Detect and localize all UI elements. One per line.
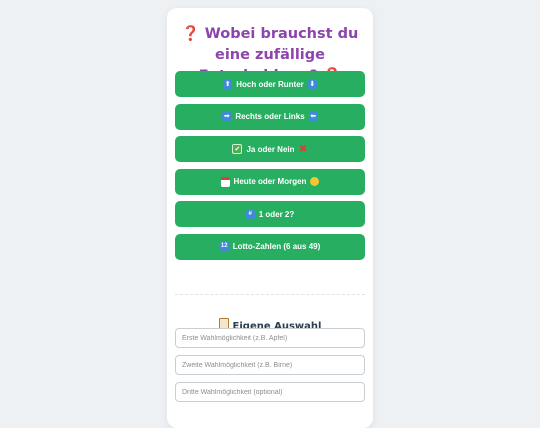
button-label: 1 oder 2? xyxy=(258,209,295,219)
left-arrow-icon: ⬅ xyxy=(308,112,318,121)
numbers-icon: 12 xyxy=(219,242,229,251)
today-or-tomorrow-button[interactable]: Heute oder Morgen xyxy=(175,168,365,195)
calendar-icon xyxy=(220,176,230,187)
lotto-numbers-button[interactable]: 12 Lotto-Zahlen (6 aus 49) xyxy=(175,233,365,260)
button-label: Rechts oder Links xyxy=(235,112,305,121)
cross-mark-icon: ✖ xyxy=(298,143,308,155)
second-option-input[interactable] xyxy=(175,355,365,375)
button-label: Heute oder Morgen xyxy=(233,177,307,186)
button-label: Lotto-Zahlen (6 aus 49) xyxy=(232,242,321,251)
right-arrow-icon: ➡ xyxy=(222,112,232,121)
button-label: Hoch oder Runter xyxy=(236,79,304,89)
check-mark-icon: ✔ xyxy=(232,144,243,154)
section-divider xyxy=(175,294,365,295)
down-arrow-icon: ⬇ xyxy=(307,79,317,89)
button-label: Ja oder Nein xyxy=(246,144,295,154)
one-or-two-button[interactable]: # 1 oder 2? xyxy=(175,201,365,227)
sun-icon xyxy=(310,177,320,186)
yes-or-no-button[interactable]: ✔ Ja oder Nein ✖ xyxy=(175,136,365,162)
up-arrow-icon: ⬆ xyxy=(223,79,233,89)
decision-card: ❓ Wobei brauchst du eine zufällige Entsc… xyxy=(167,8,373,428)
number-icon: # xyxy=(245,209,255,219)
first-option-input[interactable] xyxy=(175,328,365,348)
third-option-input[interactable] xyxy=(175,382,365,402)
question-mark-icon: ❓ xyxy=(181,26,200,42)
right-or-left-button[interactable]: ➡ Rechts oder Links ⬅ xyxy=(175,103,365,130)
decision-button-list: ⬆ Hoch oder Runter ⬇ ➡ Rechts oder Links… xyxy=(175,71,365,266)
up-or-down-button[interactable]: ⬆ Hoch oder Runter ⬇ xyxy=(175,71,365,97)
